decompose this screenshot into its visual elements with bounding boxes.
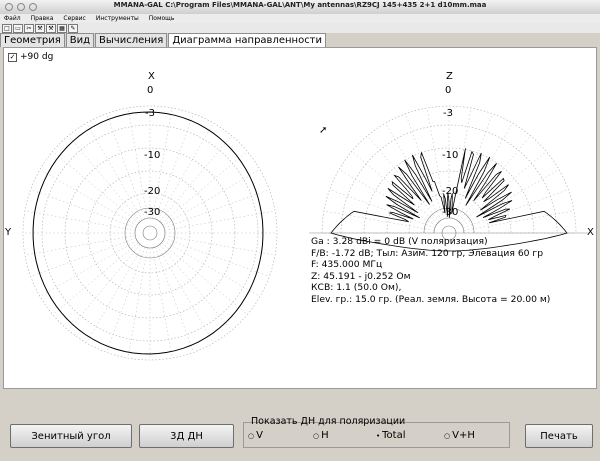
radio-vh-label: V+H — [452, 430, 475, 441]
zenith-angle-button[interactable]: Зенитный угол — [10, 424, 132, 448]
radio-h-icon: ○ — [313, 431, 320, 440]
gain-text: Ga : 3.28 dBi = 0 dB (V поляризация) — [311, 236, 488, 247]
checkmark-icon: ✓ — [8, 52, 17, 62]
bottom-panel: Зенитный угол 3Д ДН Показать ДН для поля… — [0, 389, 600, 461]
frequency-text: F: 435.000 МГц — [311, 259, 383, 271]
right-ring-label-20: -20 — [442, 186, 459, 197]
right-ring-label-0: 0 — [445, 85, 452, 96]
radio-total-label: Total — [382, 430, 406, 441]
print-button[interactable]: Печать — [525, 424, 593, 448]
toolbar: □ ▭ ✂ ⚒ ⚒ ▦ ✎ — [0, 23, 600, 33]
radio-v-icon: ○ — [248, 431, 255, 440]
left-ring-label-3: -3 — [145, 108, 155, 119]
tab-bar: Геометрия Вид Вычисления Диаграмма напра… — [0, 33, 327, 48]
tools-icon[interactable]: ⚒ — [35, 23, 45, 33]
3d-pattern-button[interactable]: 3Д ДН — [139, 424, 234, 448]
new-file-icon[interactable]: □ — [2, 23, 12, 33]
pattern-svg — [22, 105, 589, 361]
polarization-group-title: Показать ДН для поляризации — [251, 416, 406, 427]
plus-90-checkbox[interactable]: ✓ +90 dg — [8, 52, 53, 62]
swr-text: КСВ: 1.1 (50.0 Ом), — [311, 282, 402, 294]
left-ring-label-30: -30 — [144, 207, 161, 218]
tab-view[interactable]: Вид — [65, 33, 95, 47]
horizontal-pattern-curve — [32, 111, 264, 355]
left-ring-label-20: -20 — [144, 186, 161, 197]
antenna-info: Ga : 3.28 dBi = 0 dB (V поляризация) F/B… — [311, 236, 550, 306]
tab-geometry[interactable]: Геометрия — [0, 33, 65, 47]
menu-bar: Файл Правка Сервис Инструменты Помощь — [0, 14, 600, 23]
radio-v-label: V — [256, 430, 263, 441]
radio-v[interactable]: ○ V — [248, 430, 263, 441]
title-bar: MMANA-GAL C:\Program Files\MMANA-GAL\ANT… — [0, 0, 600, 15]
plus-90-label: +90 dg — [20, 52, 54, 62]
table-icon[interactable]: ▦ — [57, 23, 67, 33]
radio-vh[interactable]: ○ V+H — [444, 430, 475, 441]
radio-total[interactable]: • Total — [376, 430, 406, 441]
vertical-pattern-grid — [309, 105, 589, 241]
menu-help[interactable]: Помощь — [149, 15, 175, 22]
left-axis-y-label: Y — [5, 227, 12, 238]
pattern-plot-area: ✓ +90 dg X Y 0 -3 -10 -20 -30 Z X 0 -3 -… — [3, 47, 597, 389]
right-axis-x-label: X — [587, 227, 594, 238]
left-axis-x-label: X — [148, 71, 155, 82]
right-ring-label-3: -3 — [443, 108, 453, 119]
menu-tools[interactable]: Инструменты — [96, 15, 139, 22]
radio-h-label: H — [321, 430, 329, 441]
menu-service[interactable]: Сервис — [63, 15, 85, 22]
left-ring-label-10: -10 — [144, 150, 161, 161]
window-title: MMANA-GAL C:\Program Files\MMANA-GAL\ANT… — [113, 1, 487, 9]
right-axis-z-label: Z — [446, 71, 453, 82]
radio-total-icon: • — [376, 431, 381, 440]
front-back-text: F/B: -1.72 dB; Тыл: Азим. 120 гр, Элевац… — [311, 247, 544, 259]
right-ring-label-30: -30 — [442, 207, 459, 218]
radio-h[interactable]: ○ H — [313, 430, 329, 441]
impedance-text: Z: 45.191 - j0.252 Ом — [311, 270, 411, 282]
tab-calculations[interactable]: Вычисления — [95, 33, 168, 47]
tab-pattern[interactable]: Диаграмма направленности — [168, 33, 327, 48]
cut-icon[interactable]: ✂ — [24, 23, 34, 33]
optimize-icon[interactable]: ⚒ — [46, 23, 56, 33]
left-ring-label-0: 0 — [147, 85, 154, 96]
open-file-icon[interactable]: ▭ — [13, 23, 23, 33]
edit-icon[interactable]: ✎ — [68, 23, 78, 33]
horizontal-pattern-grid — [22, 105, 278, 361]
mouse-cursor-icon: ➚ — [319, 125, 328, 136]
menu-edit[interactable]: Правка — [31, 15, 54, 22]
radio-vh-icon: ○ — [444, 431, 451, 440]
right-ring-label-10: -10 — [442, 150, 459, 161]
elevation-text: Elev. гр.: 15.0 гр. (Реал. земля. Высота… — [311, 293, 551, 305]
menu-file[interactable]: Файл — [4, 15, 21, 22]
